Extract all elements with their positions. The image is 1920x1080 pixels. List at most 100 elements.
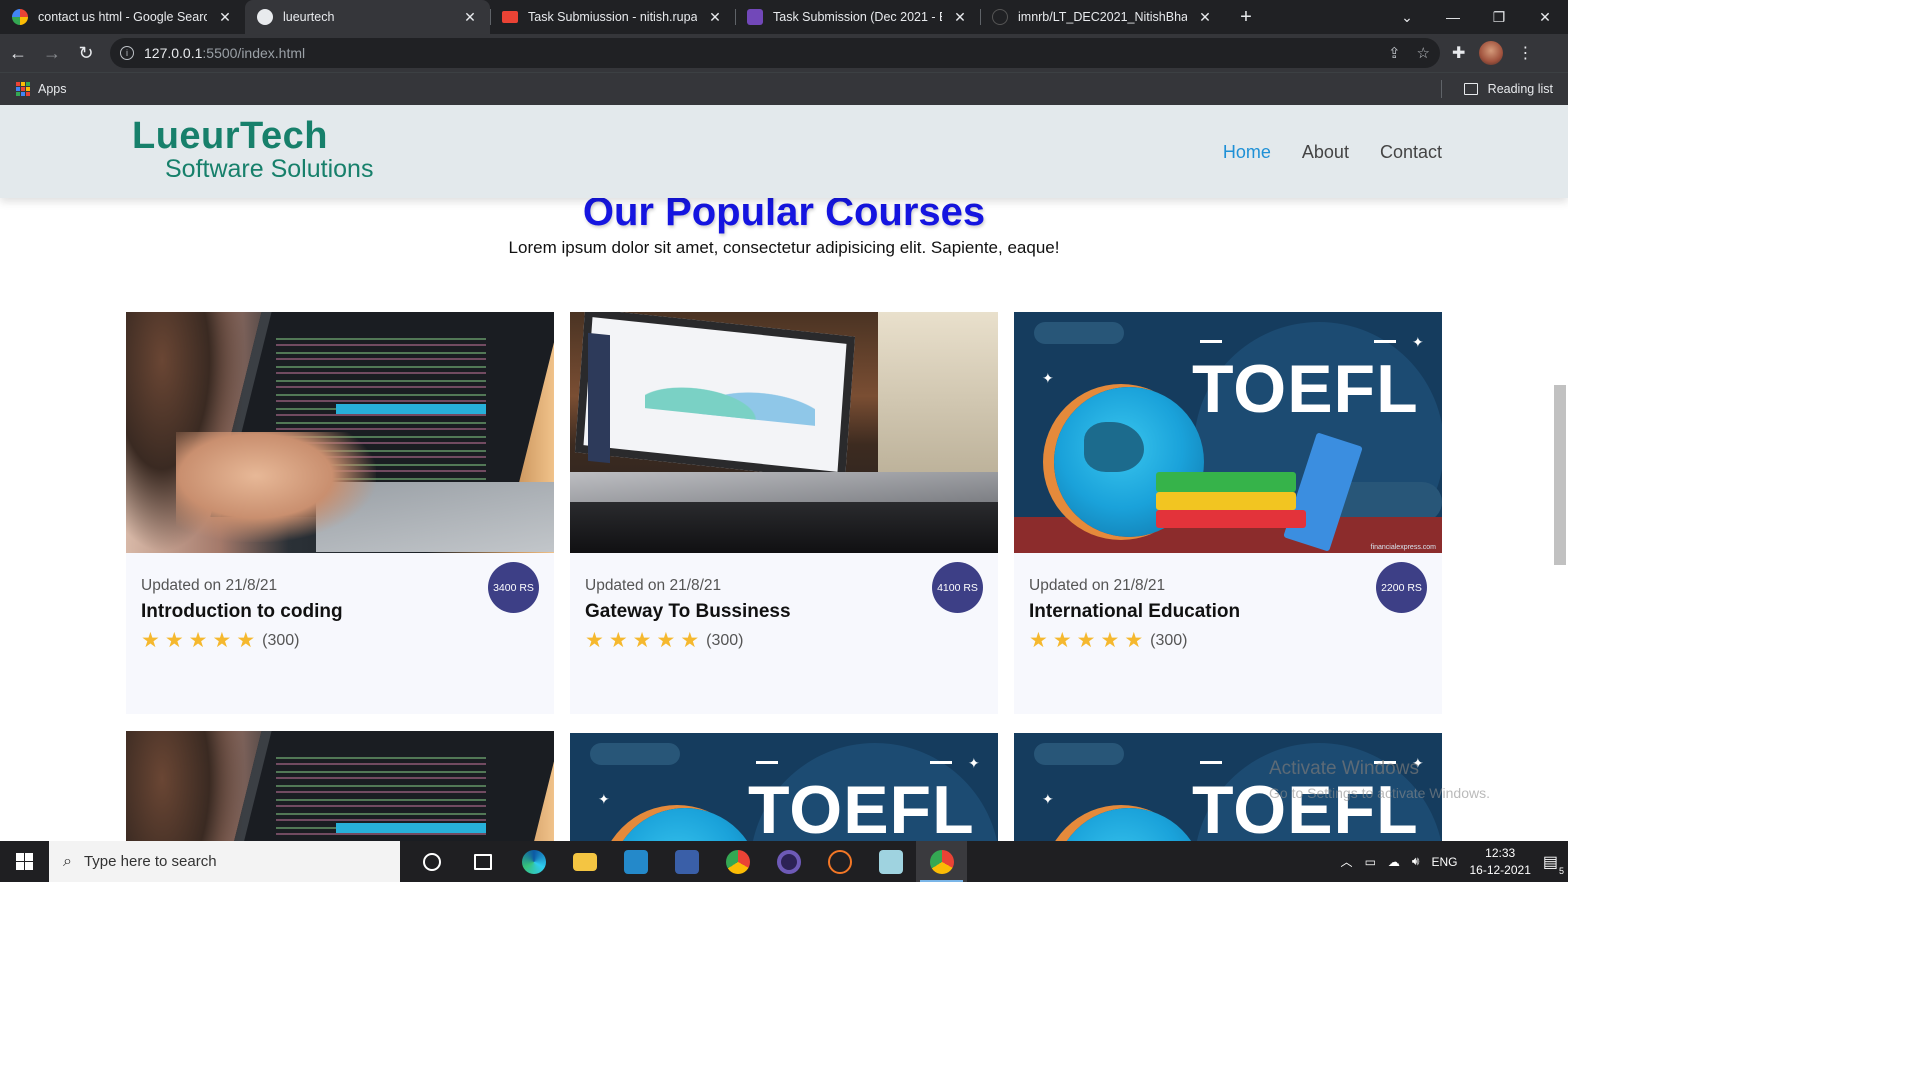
cortana-button[interactable] [406,841,457,882]
edge-icon [521,849,546,874]
task-view-icon [473,853,492,870]
course-image-toefl: ✦ ✦ TOEFL financialexpress.com [1014,312,1442,553]
star-icon: ★ [212,629,232,652]
browser-toolbar: ← → ↻ i 127.0.0.1:5500/index.html ⇪ ☆ ✚ … [0,34,1568,72]
star-icon: ★ [1124,629,1144,652]
image-credit: financialexpress.com [1370,544,1436,551]
tab-google-forms[interactable]: Task Submission (Dec 2021 - Bat ✕ [735,0,980,34]
eclipse-icon [776,849,801,874]
taskbar-clock[interactable]: 12:33 16-12-2021 [1469,845,1530,879]
new-tab-button[interactable]: + [1231,0,1261,34]
close-tab-icon[interactable]: ✕ [217,9,233,26]
restore-button[interactable]: ❐ [1476,0,1522,34]
course-rating: ★ ★ ★ ★ ★ (300) [585,628,983,653]
tab-title: Task Submission (Dec 2021 - Bat [773,10,942,24]
bookmark-star-icon[interactable]: ☆ [1417,44,1430,62]
site-nav: Home About Contact [1223,142,1442,163]
tab-search-icon[interactable]: ⌄ [1384,0,1430,34]
share-icon[interactable]: ⇪ [1388,44,1401,62]
page-scrollbar[interactable] [1554,385,1566,565]
forms-icon [747,9,763,25]
tab-lueurtech[interactable]: lueurtech ✕ [245,0,490,34]
course-rating: ★ ★ ★ ★ ★ (300) [1029,628,1427,653]
close-tab-icon[interactable]: ✕ [1197,9,1213,26]
toefl-text: TOEFL [1192,772,1419,841]
reading-list-button[interactable]: Reading list [1440,80,1553,98]
site-header: LueurTech Software Solutions Home About … [0,105,1568,198]
nav-home[interactable]: Home [1223,142,1271,163]
star-icon: ★ [1076,629,1096,652]
course-card[interactable] [126,731,554,841]
site-logo[interactable]: LueurTech [132,115,328,158]
globe-icon [257,9,273,25]
minimize-button[interactable]: — [1430,0,1476,34]
tab-google-search[interactable]: contact us html - Google Search ✕ [0,0,245,34]
file-explorer-app[interactable] [559,841,610,882]
section-subtitle: Lorem ipsum dolor sit amet, consectetur … [508,238,1060,257]
close-tab-icon[interactable]: ✕ [462,9,478,26]
course-card[interactable]: Updated on 21/8/21 Introduction to codin… [126,312,554,714]
forward-button[interactable]: → [36,37,68,69]
vscode-icon [623,849,648,874]
review-count: (300) [706,631,744,649]
cortana-icon [422,852,441,871]
back-button[interactable]: ← [2,37,34,69]
language-indicator[interactable]: ENG [1431,855,1457,869]
battery-icon[interactable]: ▭ [1365,855,1376,869]
star-icon: ★ [585,629,604,652]
nav-about[interactable]: About [1302,142,1349,163]
close-tab-icon[interactable]: ✕ [707,9,723,26]
chrome-app-active[interactable] [916,841,967,882]
course-image-coding [126,312,554,553]
url-host: 127.0.0.1 [144,45,203,61]
tab-gmail[interactable]: Task Submiussion - nitish.rupak@ ✕ [490,0,735,34]
course-rating: ★ ★ ★ ★ ★ (300) [141,628,539,653]
course-updated-date: Updated on 21/8/21 [141,577,278,594]
notepad-app[interactable] [865,841,916,882]
reload-button[interactable]: ↻ [70,37,102,69]
vscode-app[interactable] [610,841,661,882]
site-info-icon[interactable]: i [120,46,134,60]
devcpp-app[interactable] [661,841,712,882]
web-page: LueurTech Software Solutions Home About … [0,105,1568,841]
apps-bookmark[interactable]: Apps [38,82,67,96]
extensions-icon[interactable]: ✚ [1452,43,1465,63]
start-button[interactable] [0,841,49,882]
tab-title: Task Submiussion - nitish.rupak@ [528,10,697,24]
close-tab-icon[interactable]: ✕ [952,9,968,26]
edge-app[interactable] [508,841,559,882]
chrome-icon [929,849,954,874]
apps-icon [16,82,30,96]
course-title[interactable]: Introduction to coding [141,601,539,623]
course-title[interactable]: Gateway To Bussiness [585,601,983,623]
chrome-app[interactable] [712,841,763,882]
task-view-button[interactable] [457,841,508,882]
windows-logo-icon [16,853,33,870]
menu-icon[interactable]: ⋮ [1517,43,1533,63]
system-tray: ︿ ▭ ☁ 🔊︎ ENG 12:33 16-12-2021 ▤ 5 [1341,845,1568,879]
notifications-icon[interactable]: ▤ 5 [1543,852,1564,876]
nav-contact[interactable]: Contact [1380,142,1442,163]
course-card[interactable]: Updated on 21/8/21 Gateway To Bussiness … [570,312,998,714]
course-title[interactable]: International Education [1029,601,1427,623]
volume-icon[interactable]: 🔊︎ [1412,854,1420,869]
course-card[interactable]: ✦ ✦ TOEFL [570,733,998,841]
close-window-button[interactable]: ✕ [1522,0,1568,34]
chevron-up-icon[interactable]: ︿ [1341,853,1353,870]
devcpp-icon [674,849,699,874]
course-card[interactable]: ✦ ✦ TOEFL financialexpress.com Updated o… [1014,312,1442,714]
star-icon: ★ [188,629,208,652]
taskbar-search[interactable]: ⌕ Type here to search [49,841,400,882]
eclipse-app[interactable] [763,841,814,882]
star-icon: ★ [632,629,652,652]
activation-watermark-hint: Go to Settings to activate Windows. [1269,785,1490,801]
address-bar[interactable]: i 127.0.0.1:5500/index.html ⇪ ☆ [110,38,1440,68]
jupyter-app[interactable] [814,841,865,882]
windows-taskbar: ⌕ Type here to search ︿ ▭ ☁ 🔊︎ ENG 12:33… [0,841,1568,882]
profile-avatar[interactable] [1479,41,1504,65]
clock-date: 16-12-2021 [1469,862,1531,877]
price-badge: 2200 RS [1376,562,1427,613]
tab-github[interactable]: imnrb/LT_DEC2021_NitishBhattac ✕ [980,0,1225,34]
network-icon[interactable]: ☁ [1388,855,1400,869]
reading-list-icon [1463,83,1478,95]
